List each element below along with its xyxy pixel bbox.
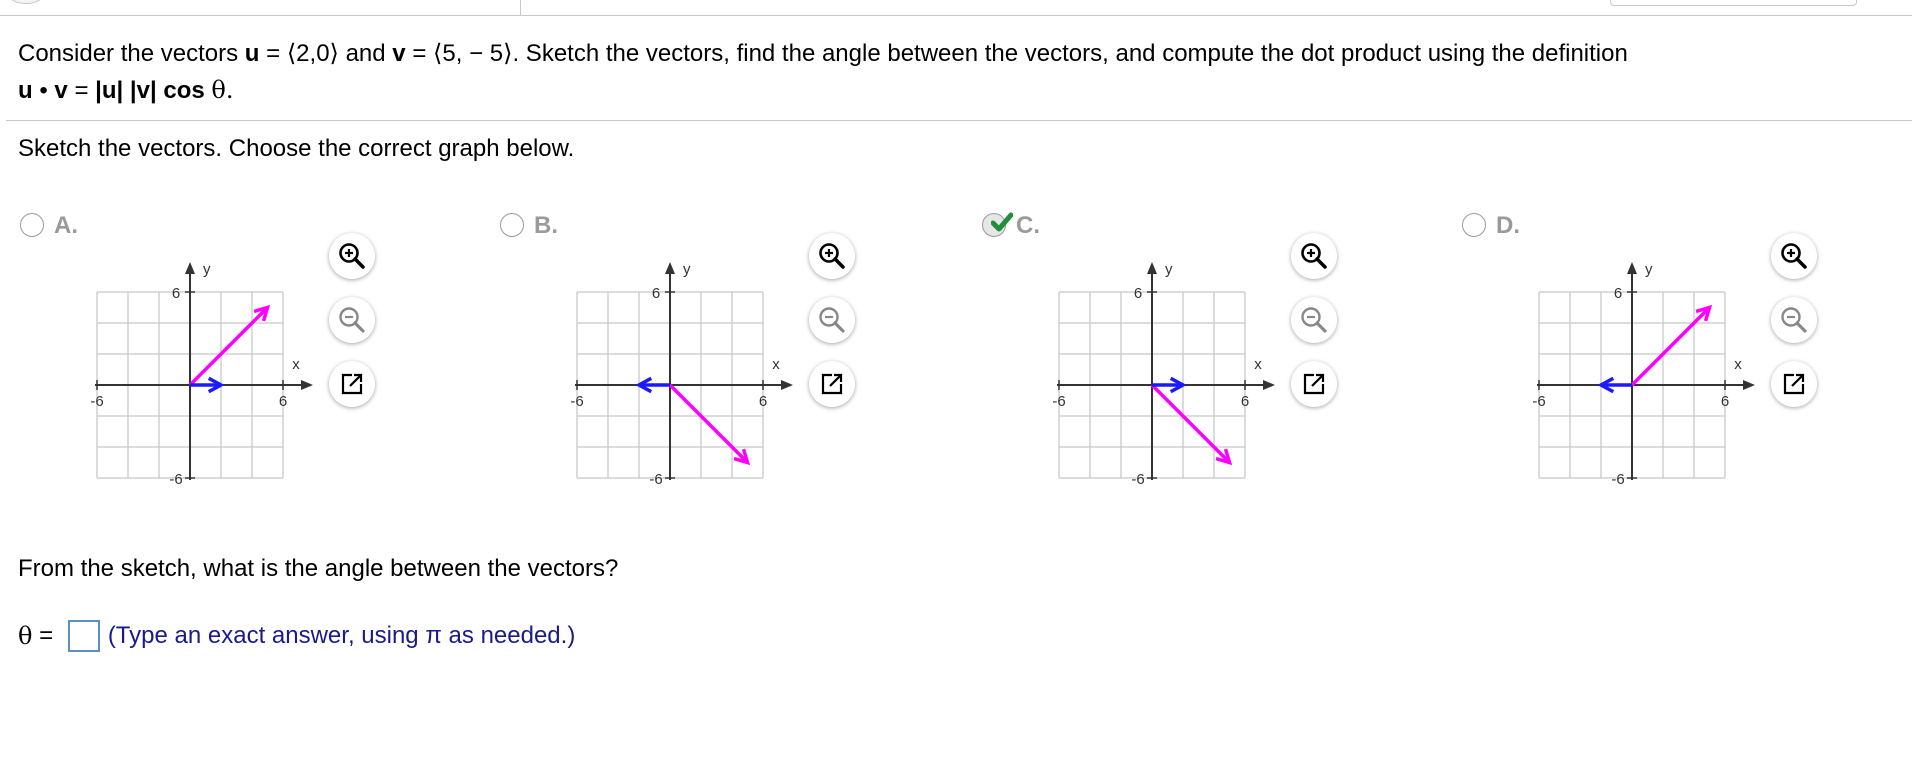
- vector-v-arrow: [188, 304, 271, 387]
- answer-row: θ = (Type an exact answer, using π as ne…: [18, 619, 575, 653]
- zoom-in-icon: [1781, 243, 1807, 269]
- option-d[interactable]: D. -6 6 6 -6 x y: [1462, 205, 1912, 505]
- zoom-out-button[interactable]: [1291, 297, 1337, 343]
- y-tick-label: 6: [1614, 285, 1622, 302]
- toolbar-button[interactable]: [8, 0, 44, 4]
- zoom-out-icon: [819, 307, 845, 333]
- popout-icon: [341, 373, 363, 395]
- y-axis-label: y: [683, 261, 691, 278]
- x-tick-label: 6: [1721, 393, 1729, 410]
- zoom-in-icon: [339, 243, 365, 269]
- top-toolbar: [0, 0, 1912, 16]
- x-tick-label: -6: [90, 393, 103, 410]
- answer-hint: (Type an exact answer, using π as needed…: [107, 622, 576, 649]
- option-label: D.: [1496, 212, 1520, 239]
- x-axis-label: x: [292, 356, 300, 373]
- y-tick-label: 6: [172, 285, 180, 302]
- y-axis-label: y: [1645, 261, 1653, 278]
- x-tick-label: -6: [570, 393, 583, 410]
- vector-u-arrow: [635, 376, 670, 394]
- radio-button[interactable]: [20, 213, 44, 237]
- toolbar-field[interactable]: [1610, 0, 1857, 6]
- sub-question: From the sketch, what is the angle betwe…: [18, 555, 619, 582]
- x-axis-label: x: [1254, 356, 1262, 373]
- y-tick-label: -6: [1131, 471, 1144, 488]
- vector-v-arrow: [1150, 383, 1233, 466]
- zoom-in-button[interactable]: [809, 233, 855, 279]
- zoom-out-button[interactable]: [1771, 297, 1817, 343]
- option-b[interactable]: B. -6 6 6 -6 x y: [500, 205, 980, 505]
- y-tick-label: -6: [649, 471, 662, 488]
- instruction-text: Sketch the vectors. Choose the correct g…: [18, 135, 575, 162]
- vector-v-arrow: [668, 383, 751, 466]
- y-tick-label: -6: [169, 471, 182, 488]
- x-tick-label: 6: [759, 393, 767, 410]
- popout-button[interactable]: [1291, 361, 1337, 407]
- vector-v-arrow: [1630, 304, 1713, 387]
- popout-button[interactable]: [809, 361, 855, 407]
- vector-u-arrow: [1597, 376, 1632, 394]
- x-tick-label: 6: [1241, 393, 1249, 410]
- x-tick-label: -6: [1532, 393, 1545, 410]
- zoom-in-icon: [819, 243, 845, 269]
- option-a[interactable]: A. -6 6 6 -6 x y: [20, 205, 500, 505]
- x-tick-label: 6: [279, 393, 287, 410]
- popout-icon: [1783, 373, 1805, 395]
- zoom-out-button[interactable]: [329, 297, 375, 343]
- zoom-in-icon: [1301, 243, 1327, 269]
- radio-button[interactable]: [500, 213, 524, 237]
- x-tick-label: -6: [1052, 393, 1065, 410]
- option-label: A.: [54, 212, 78, 239]
- popout-icon: [821, 373, 843, 395]
- radio-button[interactable]: [982, 212, 1013, 237]
- vector-graph: -6 6 6 -6 x y: [1052, 261, 1275, 488]
- vector-graph: -6 6 6 -6 x y: [1532, 261, 1755, 488]
- theta-symbol: θ: [18, 622, 33, 650]
- vector-graph: -6 6 6 -6 x y: [90, 261, 313, 488]
- popout-button[interactable]: [1771, 361, 1817, 407]
- y-tick-label: -6: [1611, 471, 1624, 488]
- answer-input[interactable]: [67, 620, 100, 652]
- zoom-in-button[interactable]: [1291, 233, 1337, 279]
- zoom-out-button[interactable]: [809, 297, 855, 343]
- popout-icon: [1303, 373, 1325, 395]
- y-tick-label: 6: [652, 285, 660, 302]
- y-axis-label: y: [1165, 261, 1173, 278]
- question-text: Consider the vectors u = ⟨2,0⟩ and v = ⟨…: [18, 40, 1628, 104]
- y-tick-label: 6: [1134, 285, 1142, 302]
- divider: [6, 120, 1912, 121]
- option-label: C.: [1016, 212, 1040, 239]
- y-axis-label: y: [203, 261, 211, 278]
- x-axis-label: x: [772, 356, 780, 373]
- checkmark-icon: [991, 212, 1013, 232]
- divider: [520, 0, 521, 15]
- option-c[interactable]: C. -6 6 6 -6 x y: [982, 205, 1462, 505]
- zoom-out-icon: [1301, 307, 1327, 333]
- zoom-out-icon: [339, 307, 365, 333]
- x-axis-label: x: [1734, 356, 1742, 373]
- zoom-in-button[interactable]: [329, 233, 375, 279]
- popout-button[interactable]: [329, 361, 375, 407]
- zoom-out-icon: [1781, 307, 1807, 333]
- radio-button[interactable]: [1462, 213, 1486, 237]
- zoom-in-button[interactable]: [1771, 233, 1817, 279]
- option-label: B.: [534, 212, 558, 239]
- vector-graph: -6 6 6 -6 x y: [570, 261, 793, 488]
